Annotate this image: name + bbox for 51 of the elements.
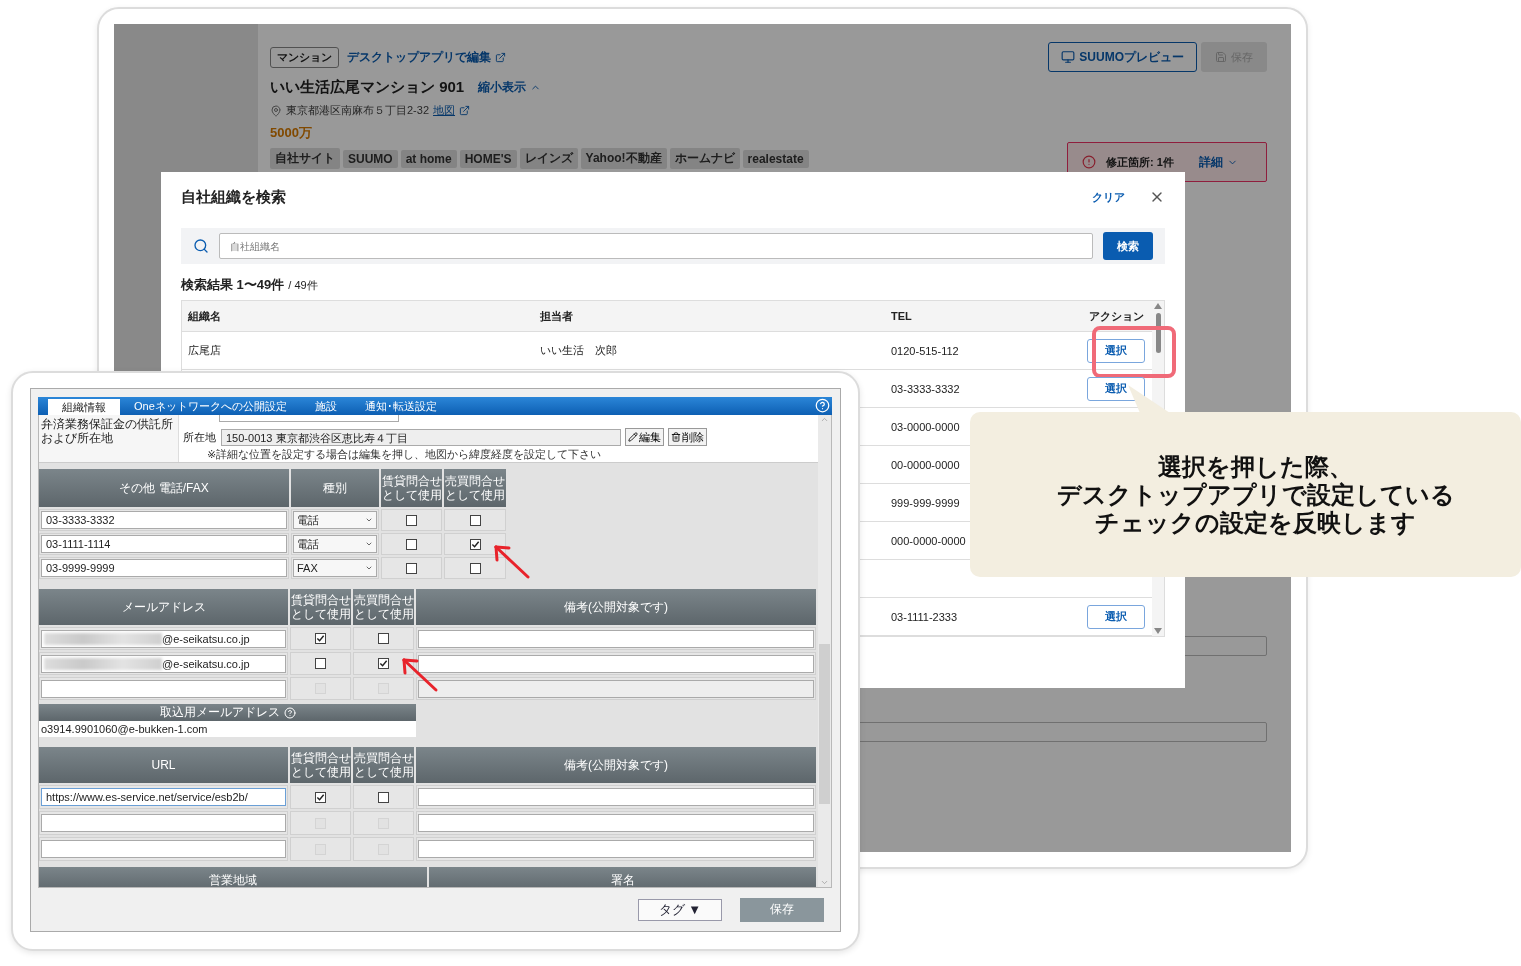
result-count: 検索結果 1〜49件 [181,276,285,294]
portal-tag: SUUMO [343,149,398,168]
callout-text: チェックの設定を反映します [1095,508,1416,537]
column-header: 備考(公開対象です) [416,747,816,783]
table-cell: 000-0000-0000 [891,534,966,547]
column-header: 売買問合せとして使用 [353,747,414,783]
property-title: いい生活広尾マンション 901 [270,78,465,97]
import-email-value: o3914.9901060@e-bukken-1.com [39,721,416,737]
table-cell: 999-999-9999 [891,496,960,509]
alert-text: 修正箇所: 1件 [1106,154,1174,170]
table-cell: いい生活 次郎 [540,343,617,358]
note-text: ※詳細な位置を設定する場合は編集を押し、地図から緯度経度を設定して下さい [207,447,603,462]
column-header: 売買問合せとして使用 [353,589,414,625]
table-cell: 0120-515-112 [891,344,959,357]
portal-tag: レインズ [519,148,578,169]
column-header: その他 電話/FAX [39,469,289,507]
portal-tag: realestate [742,149,809,168]
table-cell: 03-0000-0000 [891,420,960,433]
dialog-title: 自社組織を検索 [181,187,286,207]
price-text: 5000万 [270,124,313,142]
category-label: マンション [270,46,339,68]
address-text: 東京都港区南麻布５丁目2-32 [286,103,430,118]
column-header: メールアドレス [39,589,288,625]
portal-tag: at home [400,149,457,168]
callout-text: デスクトップアプリで設定している [1056,480,1455,509]
column-header: 備考(公開対象です) [416,589,816,625]
column-header: URL [39,747,288,783]
column-header: 組織名 [182,301,534,332]
column-header: 種別 [291,469,379,507]
column-header: 賃貸問合せとして使用 [290,747,351,783]
field-label: 所在地 [183,429,217,445]
table-cell: 00-0000-0000 [891,458,960,471]
section-header: 営業地域 [39,867,427,887]
column-header: TEL [885,301,1080,332]
field-label: 弁済業務保証金の供託所および所在地 [39,415,179,462]
callout-text: 選択を押した際、 [1158,452,1353,481]
column-header: 売買問合せとして使用 [444,469,506,507]
column-header: アクション [1080,301,1152,332]
table-cell: 広尾店 [188,343,221,358]
column-header: 担当者 [534,301,885,332]
section-title: 取込用メールアドレス [159,704,280,721]
result-total: / 49件 [288,278,318,293]
column-header: 賃貸問合せとして使用 [381,469,442,507]
portal-tag: 自社サイト [270,148,340,169]
portal-tag: Yahoo!不動産 [580,148,667,169]
column-header: 賃貸問合せとして使用 [290,589,351,625]
portal-tag: ホームナビ [669,148,740,169]
section-header: 署名 [429,867,816,887]
table-cell: 03-3333-3332 [891,382,960,395]
portal-tag: HOME'S [459,149,517,168]
table-cell: 03-1111-2333 [891,610,958,623]
